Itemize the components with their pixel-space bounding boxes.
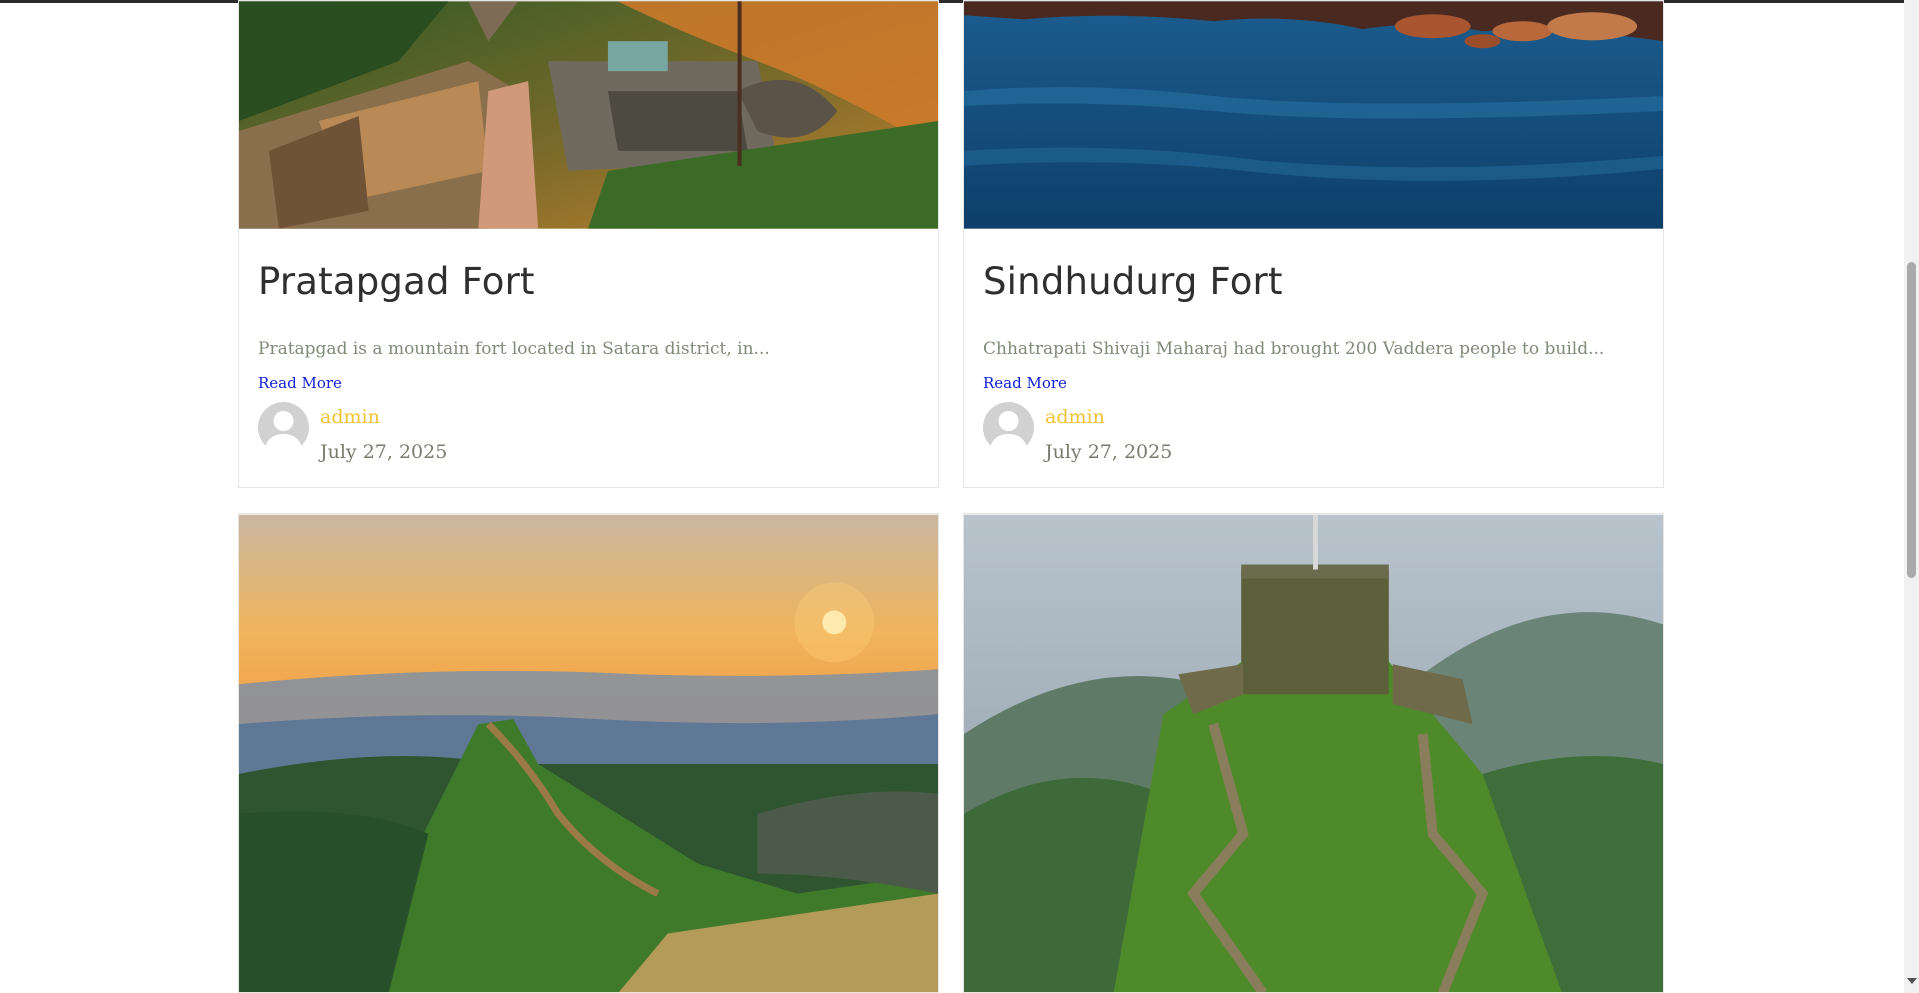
scroll-down-arrow-icon[interactable]: [1907, 978, 1917, 984]
post-title[interactable]: Pratapgad Fort: [258, 260, 535, 303]
post-image-4[interactable]: [964, 514, 1663, 993]
post-card-4: [963, 513, 1664, 993]
vertical-scrollbar[interactable]: [1904, 0, 1919, 993]
post-excerpt: Chhatrapati Shivaji Maharaj had brought …: [983, 339, 1605, 359]
post-image-pratapgad[interactable]: [239, 1, 938, 229]
post-author-link[interactable]: admin: [320, 406, 380, 428]
default-user-avatar-icon: [258, 402, 309, 453]
default-user-avatar-icon: [983, 402, 1034, 453]
read-more-link[interactable]: Read More: [258, 374, 342, 392]
post-title[interactable]: Sindhudurg Fort: [983, 260, 1283, 303]
post-author-link[interactable]: admin: [1045, 406, 1105, 428]
post-image-sindhudurg[interactable]: [964, 1, 1663, 229]
post-date: July 27, 2025: [320, 441, 448, 463]
post-card-3: [238, 513, 939, 993]
post-excerpt: Pratapgad is a mountain fort located in …: [258, 339, 770, 359]
post-card-pratapgad: Pratapgad Fort Pratapgad is a mountain f…: [238, 0, 939, 488]
post-card-sindhudurg: Sindhudurg Fort Chhatrapati Shivaji Maha…: [963, 0, 1664, 488]
scrollbar-thumb[interactable]: [1907, 262, 1916, 578]
post-image-3[interactable]: [239, 514, 938, 993]
post-date: July 27, 2025: [1045, 441, 1173, 463]
read-more-link[interactable]: Read More: [983, 374, 1067, 392]
